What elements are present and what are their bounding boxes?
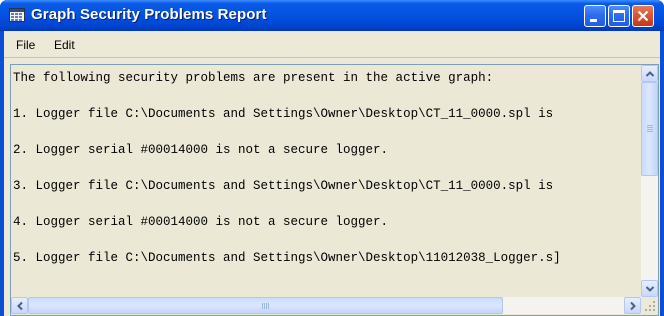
resize-grip-icon — [645, 301, 655, 311]
report-line-1: 1. Logger file C:\Documents and Settings… — [13, 107, 554, 121]
report-text-content: The following security problems are pres… — [11, 65, 641, 297]
close-icon — [637, 10, 649, 22]
chevron-right-icon — [630, 301, 636, 311]
minimize-button[interactable] — [584, 5, 606, 27]
maximize-icon — [613, 10, 625, 22]
vertical-scroll-thumb[interactable] — [641, 82, 658, 176]
title-bar[interactable]: Graph Security Problems Report — [0, 0, 664, 31]
table-icon — [9, 8, 25, 22]
menu-edit[interactable]: Edit — [54, 38, 75, 52]
window-title: Graph Security Problems Report — [31, 6, 267, 23]
scroll-up-button[interactable] — [641, 65, 658, 82]
chevron-up-icon — [645, 71, 655, 77]
maximize-button[interactable] — [608, 5, 630, 27]
report-line-5: 5. Logger file C:\Documents and Settings… — [13, 251, 561, 265]
resize-grip[interactable] — [641, 297, 658, 314]
report-line-intro: The following security problems are pres… — [13, 71, 494, 85]
window-client-area: File Edit The following security problem… — [4, 31, 660, 316]
minimize-icon — [590, 19, 597, 22]
report-text-area[interactable]: The following security problems are pres… — [10, 64, 659, 316]
horizontal-scrollbar[interactable] — [11, 297, 641, 314]
menu-bar: File Edit — [4, 31, 660, 58]
menu-file[interactable]: File — [16, 38, 35, 52]
report-line-4: 4. Logger serial #00014000 is not a secu… — [13, 215, 389, 229]
chevron-left-icon — [17, 301, 23, 311]
scroll-left-button[interactable] — [11, 297, 28, 314]
scroll-down-button[interactable] — [641, 280, 658, 297]
horizontal-scroll-thumb[interactable] — [28, 297, 503, 314]
report-line-3: 3. Logger file C:\Documents and Settings… — [13, 179, 554, 193]
scroll-right-button[interactable] — [624, 297, 641, 314]
close-button[interactable] — [632, 5, 654, 27]
chevron-down-icon — [645, 286, 655, 292]
report-window: Graph Security Problems Report File Edit… — [0, 0, 664, 316]
report-line-2: 2. Logger serial #00014000 is not a secu… — [13, 143, 389, 157]
vertical-scrollbar[interactable] — [641, 65, 658, 297]
